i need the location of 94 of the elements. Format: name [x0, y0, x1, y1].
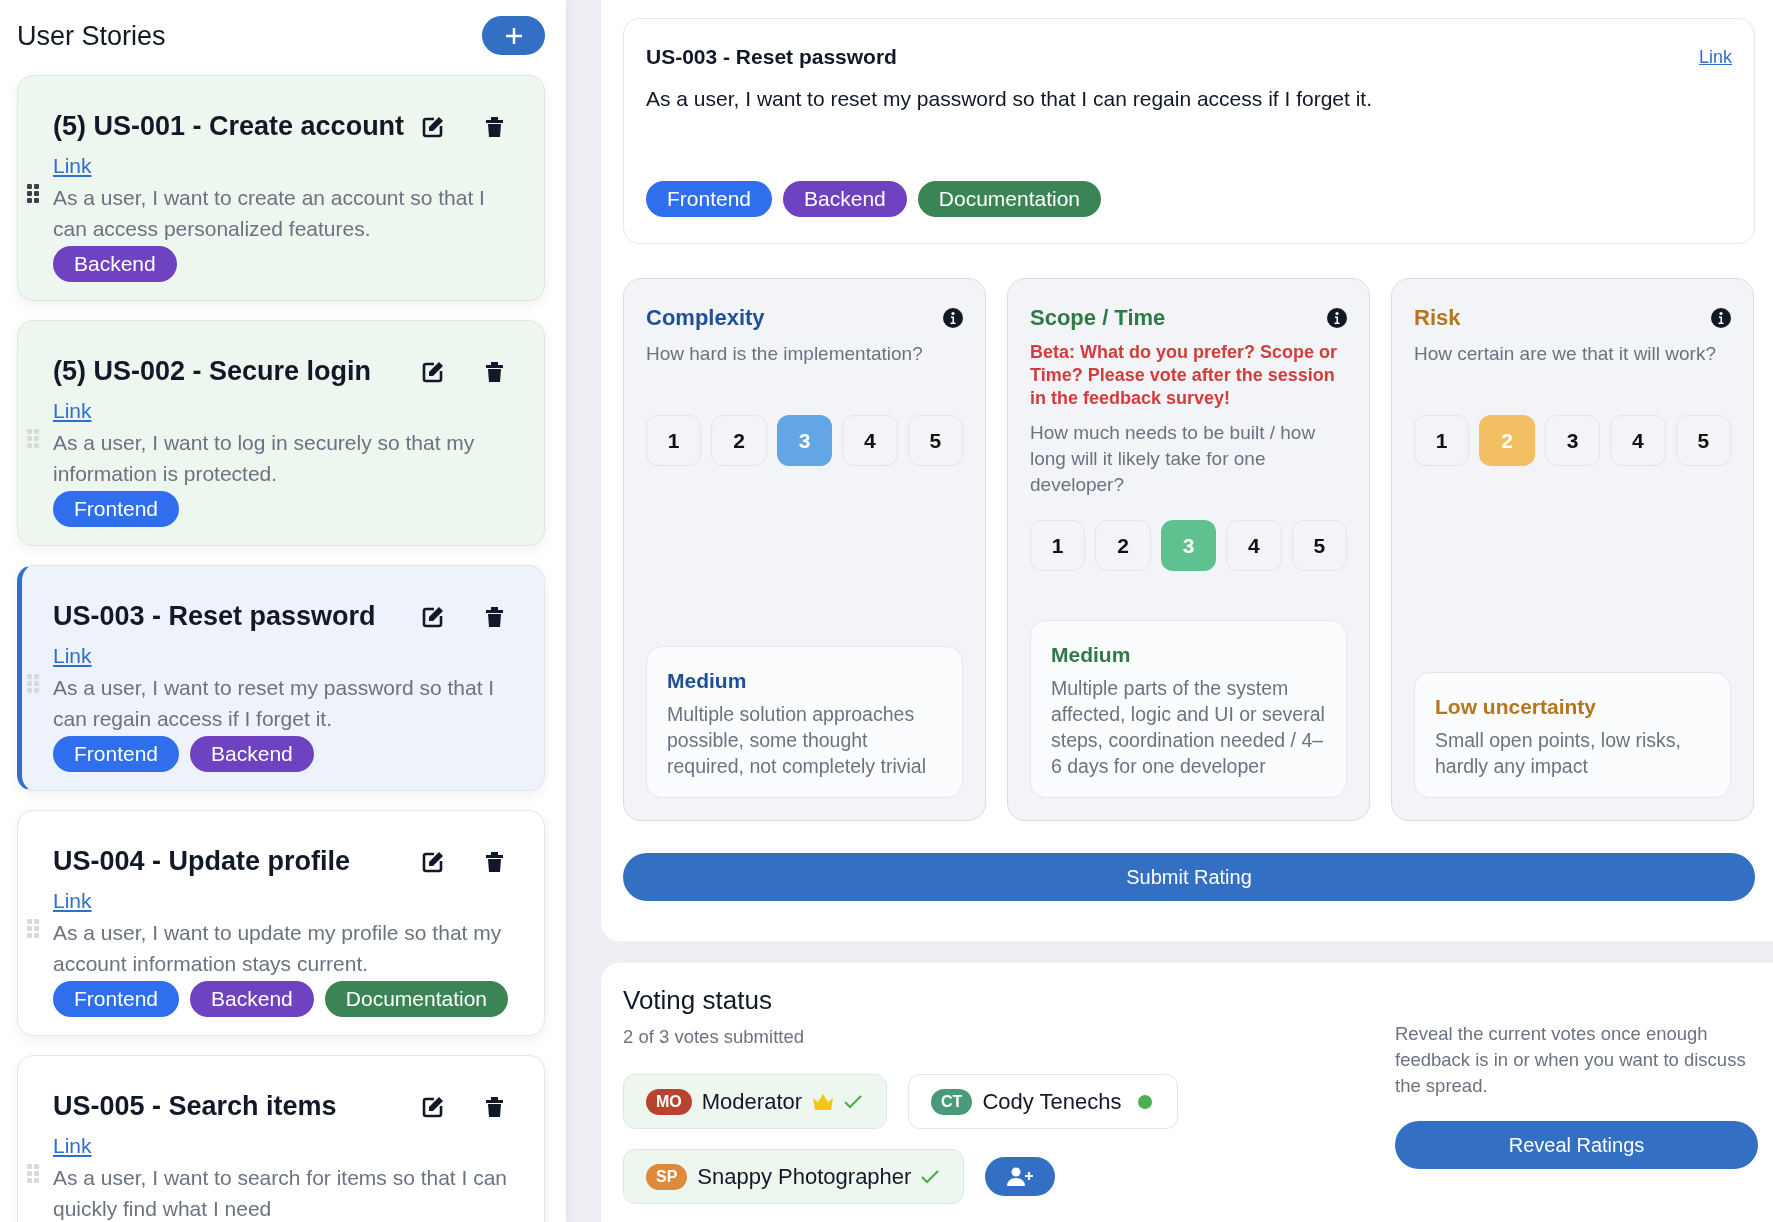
result-description: Multiple solution approaches possible, some thought required, not completely trivial [667, 702, 928, 779]
rating-option[interactable]: 4 [842, 415, 898, 466]
tag: Backend [783, 181, 907, 217]
story-description: As a user, I want to update my profile so that my account information stays current. [53, 920, 503, 977]
story-card[interactable]: US-005 - Search items Link As a user, I want to search for items so that I can quickly find what I need [17, 1055, 545, 1222]
drag-handle-icon[interactable] [27, 1164, 39, 1183]
sidebar-title: User Stories [17, 20, 166, 52]
drag-handle-icon[interactable] [27, 429, 39, 448]
rating-title: Scope / Time [1030, 305, 1166, 331]
story-link[interactable]: Link [53, 154, 92, 178]
result-title: Low uncertainty [1435, 695, 1598, 719]
story-link[interactable]: Link [53, 399, 92, 423]
story-description: As a user, I want to reset my password so that I can regain access if I forget it. [53, 675, 496, 732]
participant-name: Moderator [701, 1088, 803, 1115]
drag-handle-icon[interactable] [27, 919, 39, 938]
delete-icon[interactable] [485, 850, 504, 873]
rating-option[interactable]: 1 [1414, 415, 1470, 466]
rating-option[interactable]: 5 [1675, 415, 1732, 466]
info-icon[interactable] [1711, 308, 1731, 328]
tag: Documentation [917, 181, 1102, 217]
plus-icon [503, 25, 524, 46]
rating-option[interactable]: 2 [1095, 520, 1151, 571]
rating-option[interactable]: 3 [1544, 415, 1601, 466]
rating-option[interactable]: 2 [711, 415, 767, 466]
story-title: US-003 - Reset password [646, 45, 897, 69]
story-title: (5) US-001 - Create account [53, 111, 405, 142]
story-title: US-004 - Update profile [53, 846, 351, 877]
beta-notice: Beta: What do you prefer? Scope or Time? Please vote after the session in the feedback survey! [1030, 341, 1339, 410]
add-user-icon [1007, 1166, 1034, 1187]
story-card[interactable]: US-003 - Reset password Link As a user, I want to reset my password so that I can regain access if I forget it. Frontend Backend [17, 565, 545, 791]
tag: Backend [53, 246, 177, 282]
drag-handle-icon[interactable] [27, 184, 39, 203]
rating-option[interactable]: 1 [646, 415, 702, 466]
story-title: US-005 - Search items [53, 1091, 337, 1122]
rating-option[interactable]: 5 [907, 415, 964, 466]
tag: Backend [190, 736, 314, 772]
edit-icon[interactable] [421, 114, 445, 139]
check-icon [844, 1094, 863, 1109]
tag: Backend [190, 981, 314, 1017]
result-description: Multiple parts of the system affected, logic and UI or several steps, coordination needed / 4–6 days for one developer [1051, 676, 1326, 779]
avatar: MO [646, 1088, 692, 1115]
story-link[interactable]: Link [1698, 46, 1732, 68]
check-icon [921, 1169, 940, 1184]
section-title: Voting status [623, 985, 773, 1016]
delete-icon[interactable] [485, 115, 504, 138]
result-title: Medium [667, 669, 748, 693]
story-description: As a user, I want to search for items so that I can quickly find what I need [53, 1165, 509, 1222]
story-card[interactable]: (5) US-002 - Secure login Link As a user, I want to log in securely so that my information is protected. Frontend [17, 320, 545, 546]
delete-icon[interactable] [485, 605, 504, 628]
add-participant-button[interactable] [985, 1157, 1056, 1196]
rating-option[interactable]: 4 [1610, 415, 1666, 466]
story-card[interactable]: (5) US-001 - Create account Link As a user, I want to create an account so that I can access personalized features. Backend [17, 75, 545, 301]
info-icon[interactable] [943, 308, 963, 328]
result-description: Small open points, low risks, hardly any impact [1435, 728, 1683, 779]
rating-question: How certain are we that it will work? [1414, 342, 1717, 366]
edit-icon[interactable] [421, 849, 445, 874]
rating-option[interactable]: 5 [1291, 520, 1348, 571]
avatar: SP [646, 1163, 688, 1190]
story-link[interactable]: Link [53, 1134, 92, 1158]
story-description: As a user, I want to reset my password so that I can regain access if I forget it. [646, 87, 1373, 111]
story-link[interactable]: Link [53, 644, 92, 668]
avatar: CT [931, 1088, 973, 1115]
tag: Documentation [324, 981, 509, 1017]
participant-name: Snappy Photographer [697, 1163, 912, 1190]
story-link[interactable]: Link [53, 889, 92, 913]
tag: Frontend [53, 981, 180, 1017]
rating-question: How much needs to be built / how long will it likely take for one developer? [1030, 421, 1317, 497]
rating-option[interactable]: 1 [1030, 520, 1086, 571]
story-card[interactable]: US-004 - Update profile Link As a user, I want to update my profile so that my account information stays current. Frontend Backend Documentation [17, 810, 545, 1036]
result-title: Medium [1051, 643, 1132, 667]
edit-icon[interactable] [421, 1094, 445, 1119]
rating-option[interactable]: 4 [1226, 520, 1282, 571]
reveal-hint: Reveal the current votes once enough feedback is in or when you want to discuss the spread. [1395, 1022, 1747, 1098]
delete-icon[interactable] [485, 1095, 504, 1118]
delete-icon[interactable] [485, 360, 504, 383]
tag: Frontend [53, 736, 180, 772]
reveal-button[interactable]: Reveal Ratings [1395, 1121, 1758, 1169]
tag: Frontend [53, 491, 180, 527]
rating-question: How hard is the implementation? [646, 342, 924, 366]
story-description: As a user, I want to log in securely so that my information is protected. [53, 430, 476, 487]
story-description: As a user, I want to create an account so that I can access personalized features. [53, 185, 486, 242]
edit-icon[interactable] [421, 359, 445, 384]
rating-title: Complexity [646, 305, 765, 331]
submit-button[interactable]: Submit Rating [623, 853, 1755, 901]
story-title: (5) US-002 - Secure login [53, 356, 372, 387]
story-title: US-003 - Reset password [53, 601, 376, 632]
tag: Frontend [646, 181, 773, 217]
rating-title: Risk [1414, 305, 1461, 331]
edit-icon[interactable] [421, 604, 445, 629]
add-button[interactable] [482, 16, 545, 55]
vote-summary: 2 of 3 votes submitted [623, 1026, 805, 1048]
drag-handle-icon[interactable] [27, 674, 39, 693]
info-icon[interactable] [1327, 308, 1347, 328]
participant-name: Cody Tenechs [982, 1088, 1122, 1115]
